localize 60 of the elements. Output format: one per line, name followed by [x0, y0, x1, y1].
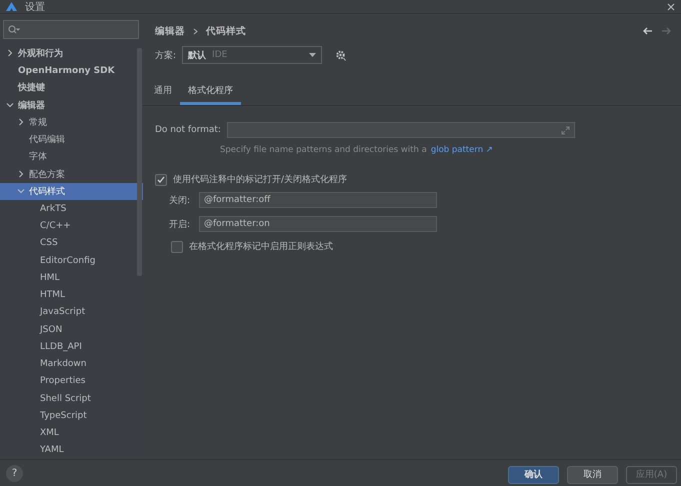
- scrollbar[interactable]: [137, 48, 142, 276]
- field-label: 关闭:: [169, 194, 192, 206]
- sidebar-item[interactable]: OpenHarmony SDK: [0, 62, 143, 80]
- sidebar-item[interactable]: 常规: [0, 114, 143, 132]
- caret-icon: [309, 53, 316, 57]
- search-icon: [8, 24, 20, 34]
- sidebar-item[interactable]: 配色方案: [0, 166, 143, 183]
- chevron-right-icon[interactable]: [17, 170, 25, 178]
- sidebar-item[interactable]: 代码编辑: [0, 131, 143, 148]
- tab[interactable]: 格式化程序: [180, 80, 241, 105]
- checkbox-label: 在格式化程序标记中启用正则表达式: [189, 240, 333, 253]
- ok-button[interactable]: 确认: [508, 466, 559, 484]
- input-field[interactable]: @formatter:on: [199, 216, 437, 232]
- sidebar-item[interactable]: YAML: [0, 442, 143, 460]
- sidebar-item[interactable]: HTML: [0, 286, 143, 304]
- link[interactable]: glob pattern ↗: [430, 145, 493, 155]
- sidebar-item[interactable]: XML: [0, 424, 143, 442]
- sidebar-item[interactable]: Properties: [0, 372, 143, 390]
- scheme-dropdown[interactable]: 默认 IDE: [182, 46, 322, 64]
- field-label: 开启:: [169, 218, 192, 230]
- sidebar-item[interactable]: HML: [0, 269, 143, 286]
- chevron-right-icon[interactable]: [17, 118, 25, 126]
- close-icon[interactable]: [667, 2, 675, 10]
- chevron-right-icon[interactable]: [6, 49, 14, 58]
- sidebar-item[interactable]: 代码样式: [0, 182, 143, 200]
- scheme-label: 方案:: [155, 49, 176, 62]
- back-arrow-icon[interactable]: [643, 27, 653, 35]
- tab[interactable]: 通用: [146, 80, 180, 105]
- breadcrumb-item: 代码样式: [206, 24, 246, 38]
- sidebar-item[interactable]: C/C++: [0, 217, 143, 235]
- sidebar-item[interactable]: 外观和行为: [0, 44, 143, 62]
- chevron-right-icon: [193, 28, 198, 34]
- sidebar-item[interactable]: CSS: [0, 234, 143, 252]
- app-logo-icon: [6, 2, 17, 11]
- sidebar-item[interactable]: Markdown: [0, 355, 143, 373]
- breadcrumb-item: 编辑器: [155, 24, 185, 38]
- sidebar-item[interactable]: 编辑器: [0, 96, 143, 114]
- sidebar-item[interactable]: TypeScript: [0, 407, 143, 425]
- help-button[interactable]: ?: [6, 464, 23, 482]
- hint-text: Specify file name patterns and directories with a: [220, 145, 427, 155]
- gear-icon[interactable]: [334, 49, 348, 61]
- chevron-down-icon[interactable]: [17, 187, 25, 196]
- sidebar-item[interactable]: Shell Script: [0, 390, 143, 408]
- checkbox[interactable]: [155, 174, 167, 186]
- search-field[interactable]: [3, 20, 139, 39]
- sidebar-item[interactable]: JavaScript: [0, 304, 143, 321]
- input-field[interactable]: [226, 122, 575, 138]
- input-field[interactable]: @formatter:off: [199, 192, 437, 208]
- checkbox[interactable]: [171, 240, 183, 252]
- sidebar-item[interactable]: 字体: [0, 148, 143, 166]
- chevron-down-icon[interactable]: [6, 101, 14, 110]
- sidebar-item[interactable]: 快捷键: [0, 79, 143, 96]
- checkbox-label: 使用代码注释中的标记打开/关闭格式化程序: [173, 174, 348, 186]
- sidebar-item[interactable]: ArkTS: [0, 200, 143, 218]
- field-label: Do not format:: [155, 125, 221, 135]
- window-title: 设置: [25, 0, 45, 14]
- sidebar-item[interactable]: EditorConfig: [0, 252, 143, 270]
- sidebar-item[interactable]: LLDB_API: [0, 338, 143, 356]
- sidebar-item[interactable]: JSON: [0, 320, 143, 338]
- dialog-button[interactable]: 取消: [567, 466, 618, 484]
